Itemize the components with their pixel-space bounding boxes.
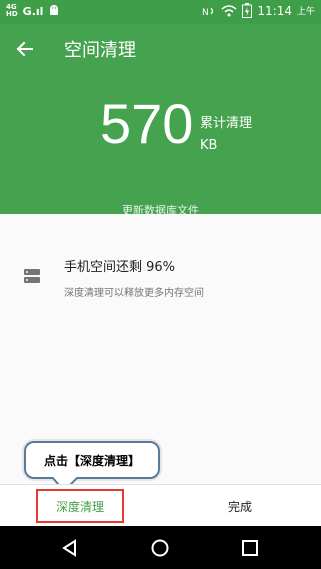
- tutorial-callout: 点击【深度清理】: [24, 441, 160, 479]
- status-right: N 11:14 上午: [202, 3, 315, 18]
- bottom-action-bar: 深度清理 完成: [0, 484, 321, 526]
- arrow-left-icon: [16, 41, 33, 57]
- recents-square-icon[interactable]: [239, 537, 261, 559]
- status-ampm: 上午: [296, 7, 315, 17]
- header: 空间清理 570 累计清理 KB 更新数据库文件: [0, 24, 321, 217]
- navigation-bar: [0, 526, 321, 569]
- network-type-indicator: 4G HD: [6, 3, 18, 18]
- signal-indicator: G.ıl: [22, 4, 44, 18]
- home-circle-icon[interactable]: [149, 537, 171, 559]
- done-button[interactable]: 完成: [205, 489, 275, 523]
- deep-clean-button[interactable]: 深度清理: [36, 489, 124, 523]
- nfc-icon: N: [202, 7, 214, 17]
- storage-icon: [24, 269, 40, 283]
- android-icon: [50, 5, 59, 15]
- battery-icon: [242, 3, 253, 18]
- svg-text:N: N: [202, 8, 209, 17]
- cleaned-unit: KB: [200, 138, 218, 153]
- cleaned-value: 570: [100, 92, 194, 155]
- status-bar: 4G HD G.ıl N 11:14 上午: [0, 0, 321, 24]
- status-time: 11:14: [257, 3, 292, 18]
- back-button[interactable]: [12, 36, 38, 62]
- status-left: 4G HD G.ıl: [6, 4, 60, 18]
- back-triangle-icon[interactable]: [59, 537, 81, 559]
- storage-remaining-subtitle: 深度清理可以释放更多内存空间: [64, 288, 204, 299]
- callout-text: 点击【深度清理】: [43, 454, 140, 468]
- wifi-icon: [221, 4, 237, 16]
- cleaned-label: 累计清理: [200, 116, 253, 131]
- page-title: 空间清理: [64, 40, 136, 61]
- storage-remaining-title: 手机空间还剩 96%: [64, 260, 176, 275]
